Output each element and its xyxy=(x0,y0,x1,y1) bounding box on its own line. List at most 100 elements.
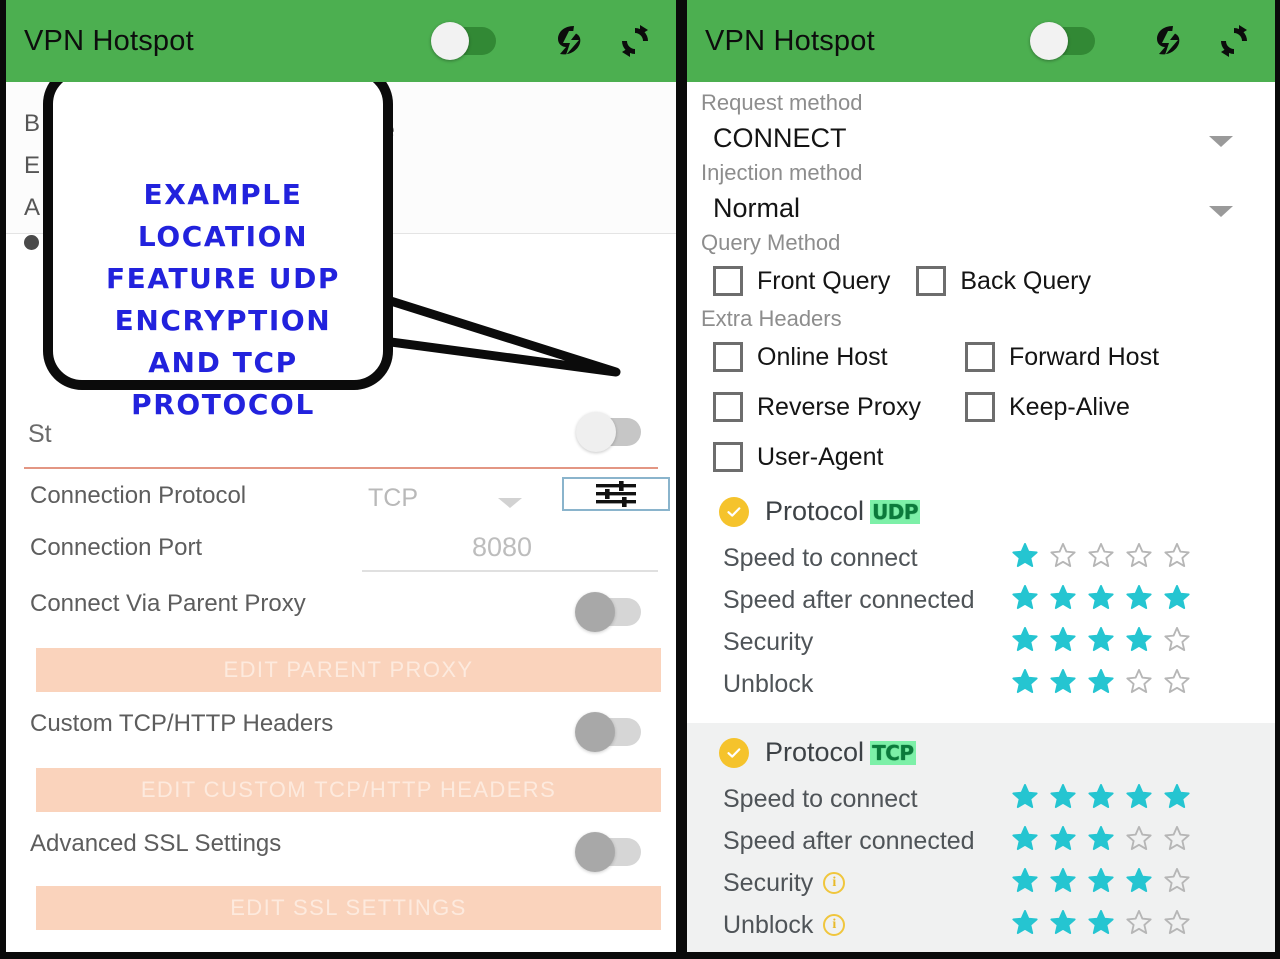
rating-row: Speed after connected xyxy=(687,579,1275,621)
star-icon[interactable] xyxy=(1049,908,1077,936)
star-rating xyxy=(1011,782,1191,810)
server-line-1: B xyxy=(24,110,41,137)
request-method-select[interactable]: CONNECT xyxy=(687,116,1275,160)
status-toggle[interactable] xyxy=(576,412,641,452)
star-icon[interactable] xyxy=(1049,782,1077,810)
edit-custom-headers-button[interactable]: EDIT CUSTOM TCP/HTTP HEADERS xyxy=(36,768,661,812)
checkbox-reverse-proxy[interactable] xyxy=(713,392,743,422)
orange-divider xyxy=(24,467,658,469)
connection-protocol-label: Connection Protocol xyxy=(30,482,247,509)
star-icon[interactable] xyxy=(1087,625,1115,653)
advanced-ssl-toggle[interactable] xyxy=(575,832,641,872)
request-method-value: CONNECT xyxy=(713,122,847,153)
protocol-label: Protocol xyxy=(765,496,865,526)
injection-method-select[interactable]: Normal xyxy=(687,186,1275,230)
star-icon[interactable] xyxy=(1087,541,1115,569)
connection-protocol-value[interactable]: TCP xyxy=(368,484,418,513)
edit-ssl-settings-button[interactable]: EDIT SSL SETTINGS xyxy=(36,886,661,930)
star-icon[interactable] xyxy=(1125,625,1153,653)
checkbox-keep-alive[interactable] xyxy=(965,392,995,422)
checkbox-user-agent[interactable] xyxy=(713,442,743,472)
left-app-bar: VPN Hotspot xyxy=(6,0,676,82)
status-label: St xyxy=(28,420,52,448)
connection-port-label: Connection Port xyxy=(30,534,203,561)
custom-headers-toggle[interactable] xyxy=(575,712,641,752)
protocol-header[interactable]: Protocol UDP xyxy=(687,496,1275,527)
check-circle-icon[interactable] xyxy=(719,496,749,527)
star-icon[interactable] xyxy=(1125,782,1153,810)
star-icon[interactable] xyxy=(1087,866,1115,894)
star-icon[interactable] xyxy=(1087,667,1115,695)
star-icon[interactable] xyxy=(1087,583,1115,611)
star-icon[interactable] xyxy=(1163,583,1191,611)
star-icon[interactable] xyxy=(1125,583,1153,611)
server-radio-icon[interactable] xyxy=(24,235,39,250)
checkbox-front-query[interactable] xyxy=(713,266,743,296)
star-icon[interactable] xyxy=(1011,866,1039,894)
star-icon[interactable] xyxy=(1011,908,1039,936)
star-icon[interactable] xyxy=(1049,866,1077,894)
rating-row: Unblock xyxy=(687,663,1275,705)
check-circle-icon[interactable] xyxy=(719,737,749,768)
left-vpn-master-toggle[interactable] xyxy=(431,22,496,60)
checkbox-label: User-Agent xyxy=(757,442,884,471)
protocol-header[interactable]: Protocol TCP xyxy=(687,737,1275,768)
star-icon[interactable] xyxy=(1125,866,1153,894)
star-icon[interactable] xyxy=(1125,667,1153,695)
checkbox-back-query[interactable] xyxy=(916,266,947,296)
star-icon[interactable] xyxy=(1163,824,1191,852)
server-line-3: A xyxy=(24,194,41,221)
star-icon[interactable] xyxy=(1049,583,1077,611)
star-icon[interactable] xyxy=(1163,866,1191,894)
right-app-bar: VPN Hotspot xyxy=(687,0,1275,82)
star-icon[interactable] xyxy=(1163,667,1191,695)
star-icon[interactable] xyxy=(1125,908,1153,936)
checkbox-forward-host[interactable] xyxy=(965,342,995,372)
chevron-down-icon[interactable] xyxy=(498,498,522,508)
star-icon[interactable] xyxy=(1049,824,1077,852)
right-vpn-master-toggle[interactable] xyxy=(1030,22,1095,60)
star-icon[interactable] xyxy=(1163,908,1191,936)
star-icon[interactable] xyxy=(1163,625,1191,653)
server-line-2: E xyxy=(24,152,41,179)
rating-label: Speed after connected xyxy=(723,826,975,855)
left-panel-body: B E A tive St Connection Protocol TCP Co… xyxy=(6,82,676,952)
star-icon[interactable] xyxy=(1011,824,1039,852)
star-icon[interactable] xyxy=(1011,667,1039,695)
checkbox-label: Front Query xyxy=(757,266,891,295)
star-icon[interactable] xyxy=(1087,824,1115,852)
injection-method-label: Injection method xyxy=(701,160,863,185)
edit-parent-proxy-button[interactable]: EDIT PARENT PROXY xyxy=(36,648,661,692)
refresh-sync-icon[interactable] xyxy=(612,18,658,64)
info-icon[interactable]: i xyxy=(823,872,846,894)
protocol-block-udp: Protocol UDP Speed to connect Speed after c… xyxy=(687,482,1275,723)
connection-port-input[interactable]: 8080 xyxy=(472,532,532,563)
connection-protocol-row: Connection Protocol TCP xyxy=(6,477,676,522)
checkbox-online-host[interactable] xyxy=(713,342,743,372)
star-icon[interactable] xyxy=(1011,625,1039,653)
star-icon[interactable] xyxy=(1011,583,1039,611)
star-icon[interactable] xyxy=(1049,667,1077,695)
star-icon[interactable] xyxy=(1125,824,1153,852)
flash-swirl-icon[interactable] xyxy=(548,18,594,64)
server-info-card: B E A tive xyxy=(6,82,676,234)
tune-sliders-icon xyxy=(596,481,636,507)
star-icon[interactable] xyxy=(1049,625,1077,653)
rating-row: Speed after connected xyxy=(687,820,1275,862)
refresh-sync-icon[interactable] xyxy=(1211,18,1257,64)
star-icon[interactable] xyxy=(1049,541,1077,569)
parent-proxy-toggle[interactable] xyxy=(575,592,641,632)
star-icon[interactable] xyxy=(1125,541,1153,569)
star-icon[interactable] xyxy=(1011,541,1039,569)
star-icon[interactable] xyxy=(1163,541,1191,569)
flash-swirl-icon[interactable] xyxy=(1147,18,1193,64)
star-icon[interactable] xyxy=(1087,782,1115,810)
right-phone-panel: VPN Hotspot Request method CONNECT Injec… xyxy=(687,0,1275,952)
star-icon[interactable] xyxy=(1087,908,1115,936)
tune-settings-button[interactable] xyxy=(562,477,670,511)
info-icon[interactable]: i xyxy=(823,914,846,936)
query-method-checkbox-group: Front Query Back Query xyxy=(687,256,1275,306)
star-icon[interactable] xyxy=(1011,782,1039,810)
star-icon[interactable] xyxy=(1163,782,1191,810)
toggle-knob xyxy=(575,592,615,632)
